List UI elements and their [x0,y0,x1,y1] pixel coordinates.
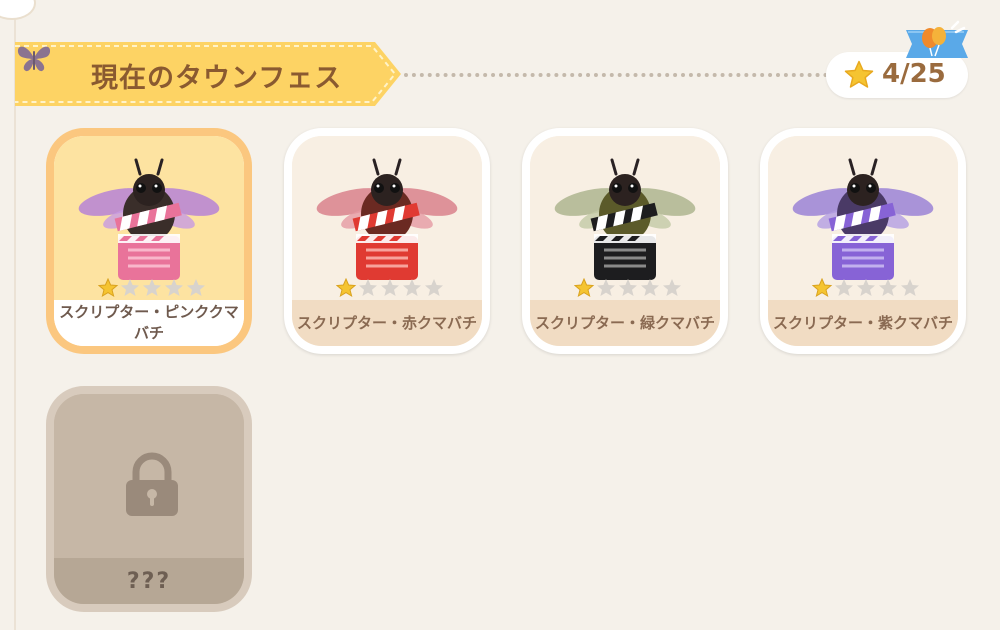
header-ribbon: 現在のタウンフェス [15,42,403,106]
bee-icon [792,158,934,280]
progress-count: 4/25 [882,59,946,89]
lock-icon [126,452,178,516]
card-art [54,136,244,300]
card-label: ??? [54,558,244,604]
card-label: スクリプター・紫クマバチ [768,300,958,346]
bee-icon [316,158,458,280]
rating-stars [336,278,443,298]
rating-stars [574,278,681,298]
card-label: スクリプター・赤クマバチ [292,300,482,346]
card-label: スクリプター・ピンククマバチ [54,300,244,346]
card-art [292,136,482,300]
card-art [54,394,244,558]
card-red-bee[interactable]: スクリプター・赤クマバチ [284,128,490,354]
card-green-bee[interactable]: スクリプター・緑クマバチ [522,128,728,354]
card-art [768,136,958,300]
card-purple-bee[interactable]: スクリプター・紫クマバチ [760,128,966,354]
rating-stars [812,278,919,298]
balloon-badge-icon[interactable] [904,20,970,60]
rating-stars [98,278,205,298]
page-title: 現在のタウンフェス [91,63,343,94]
dotted-divider [404,73,828,77]
butterfly-icon [17,46,51,72]
card-locked[interactable]: ??? [46,386,252,612]
corner-decoration [0,0,36,20]
card-label: スクリプター・緑クマバチ [530,300,720,346]
star-icon [844,60,874,88]
bee-icon [554,158,696,280]
card-pink-bee[interactable]: スクリプター・ピンククマバチ [46,128,252,354]
card-art [530,136,720,300]
bee-icon [78,158,220,280]
